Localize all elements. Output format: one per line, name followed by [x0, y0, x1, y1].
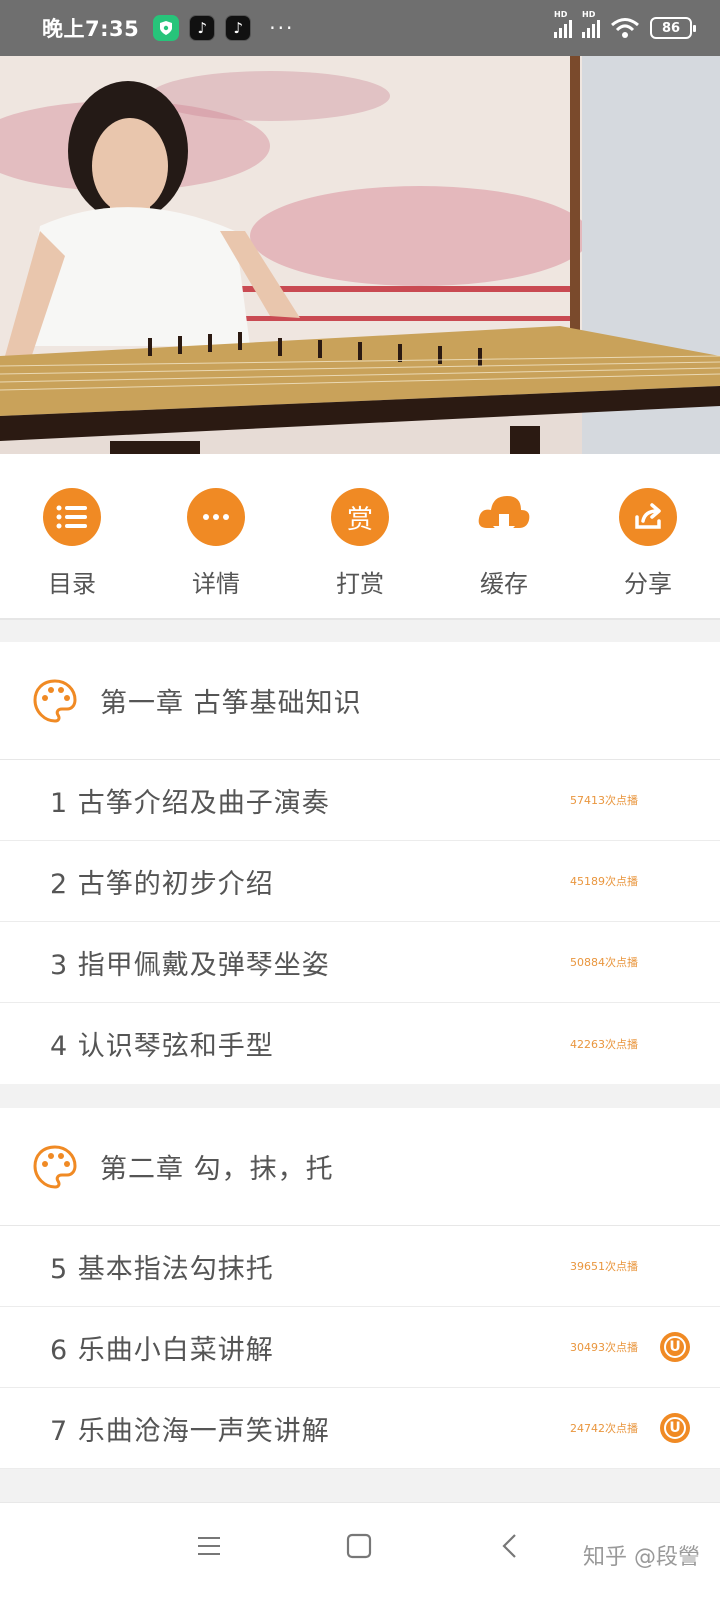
play-count: 24742次点播: [570, 1422, 638, 1435]
more-dots-icon: [187, 488, 245, 546]
cloud-download-icon: [475, 488, 533, 546]
play-count: 45189次点播: [570, 875, 638, 888]
reward-icon: 赏: [331, 488, 389, 546]
chapter-header[interactable]: 第一章 古筝基础知识: [0, 642, 720, 760]
lesson-row[interactable]: 3 指甲佩戴及弹琴坐姿 50884次点播: [0, 922, 720, 1003]
chapter-1: 第一章 古筝基础知识 1 古筝介绍及曲子演奏 57413次点播 2 古筝的初步介…: [0, 642, 720, 1084]
catalog-button[interactable]: 目录: [12, 488, 132, 599]
chapter-header[interactable]: 第二章 勾，抹，托: [0, 1108, 720, 1226]
lesson-row[interactable]: 7 乐曲沧海一声笑讲解 24742次点播 U: [0, 1388, 720, 1469]
tiktok-icon: ♪: [189, 15, 216, 41]
menu-icon[interactable]: [196, 1533, 222, 1559]
back-icon[interactable]: [498, 1533, 524, 1559]
system-nav-bar: 知乎 @段謍: [0, 1502, 720, 1600]
play-count: 39651次点播: [570, 1260, 638, 1273]
list-icon: [43, 488, 101, 546]
lesson-row[interactable]: 2 古筝的初步介绍 45189次点播: [0, 841, 720, 922]
reward-button[interactable]: 赏 打赏: [300, 488, 420, 599]
reward-label: 打赏: [336, 570, 384, 598]
member-u-icon: U: [660, 1332, 690, 1362]
status-time: 晚上7:35: [42, 17, 140, 41]
chapter-title: 第一章 古筝基础知识: [100, 688, 362, 719]
home-icon[interactable]: [346, 1533, 372, 1559]
lesson-row[interactable]: 6 乐曲小白菜讲解 30493次点播 U: [0, 1307, 720, 1388]
cache-button[interactable]: 缓存: [444, 488, 564, 599]
member-u-icon: U: [660, 1413, 690, 1443]
signal-icon-1: HD: [554, 10, 572, 38]
details-button[interactable]: 详情: [156, 488, 276, 599]
play-count: 30493次点播: [570, 1341, 638, 1354]
palette-icon: [33, 1144, 77, 1189]
chapter-title: 第二章 勾，抹，托: [100, 1154, 334, 1185]
action-toolbar: 目录 详情 赏 打赏 缓存 分享: [0, 454, 720, 620]
lesson-row[interactable]: 5 基本指法勾抹托 39651次点播: [0, 1226, 720, 1307]
details-label: 详情: [192, 570, 240, 598]
chapter-2: 第二章 勾，抹，托 5 基本指法勾抹托 39651次点播 6 乐曲小白菜讲解 3…: [0, 1108, 720, 1469]
lesson-row[interactable]: 1 古筝介绍及曲子演奏 57413次点播: [0, 760, 720, 841]
video-player[interactable]: [0, 56, 720, 454]
notification-icons: ♪ ♪: [153, 15, 252, 41]
palette-icon: [33, 678, 77, 723]
lesson-row[interactable]: 4 认识琴弦和手型 42263次点播: [0, 1003, 720, 1084]
video-frame: [0, 56, 720, 454]
share-icon: [619, 488, 677, 546]
play-count: 50884次点播: [570, 956, 638, 969]
more-notifications-icon: ···: [269, 16, 295, 40]
play-count: 42263次点播: [570, 1037, 638, 1051]
share-label: 分享: [624, 570, 672, 598]
watermark: 知乎 @段謍: [583, 1545, 700, 1570]
play-count: 57413次点播: [570, 794, 638, 807]
tiktok-icon-2: ♪: [225, 15, 252, 41]
wifi-icon: [611, 18, 639, 38]
battery-indicator: 86: [650, 17, 696, 39]
cache-label: 缓存: [480, 570, 528, 598]
share-button[interactable]: 分享: [588, 488, 708, 599]
catalog-label: 目录: [48, 570, 96, 598]
signal-icon-2: HD: [582, 10, 600, 38]
security-app-icon: [153, 15, 180, 41]
status-bar: 晚上7:35 ♪ ♪ ··· HD HD 86: [0, 0, 720, 56]
